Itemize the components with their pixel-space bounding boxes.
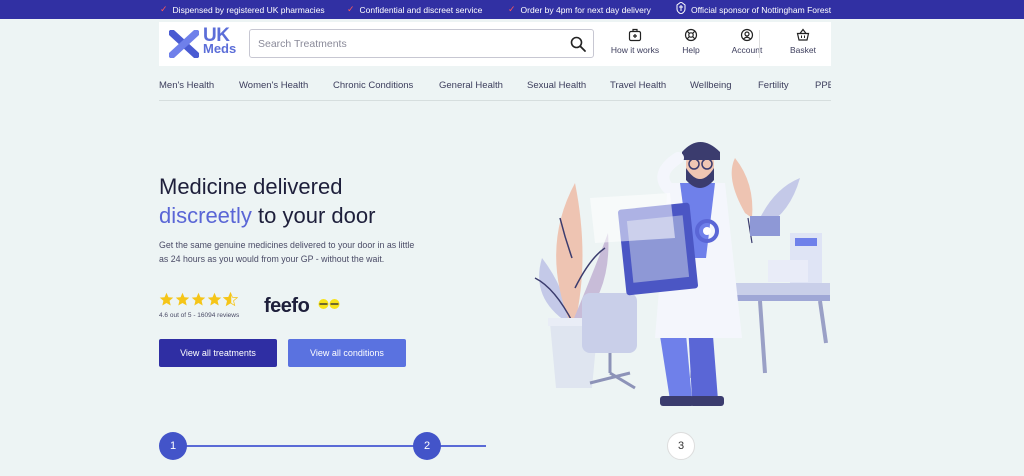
usp-text: Order by 4pm for next day delivery: [520, 4, 651, 15]
check-icon: ✓: [508, 4, 516, 14]
usp-item: ✓ Order by 4pm for next day delivery: [508, 0, 651, 19]
nav-label: How it works: [610, 45, 660, 55]
hero-title-line1: Medicine delivered: [159, 174, 343, 199]
category-fertility[interactable]: Fertility: [758, 80, 789, 91]
step-1[interactable]: 1: [159, 432, 187, 460]
steps-progress: 1 2 3: [0, 425, 1024, 476]
hero-title-accent: discreetly: [159, 203, 252, 228]
star-icon: [175, 292, 190, 306]
step-connector: [440, 445, 486, 447]
star-half-icon: [223, 292, 238, 307]
nav-divider: [759, 30, 760, 58]
logo-meds: Meds: [203, 41, 237, 56]
hero-illustration: [534, 142, 830, 406]
hero-subtitle: Get the same genuine medicines delivered…: [159, 240, 415, 264]
nav-help[interactable]: Help: [661, 28, 721, 62]
category-sexual-health[interactable]: Sexual Health: [527, 80, 586, 91]
usp-item: ✓ Confidential and discreet service: [347, 0, 482, 19]
step-connector: [186, 445, 416, 447]
top-bar: ✓ Dispensed by registered UK pharmacies …: [0, 0, 1024, 19]
hero-title-rest: to your door: [251, 203, 376, 228]
rating-summary: 4.6 out of 5 - 16094 reviews: [159, 312, 240, 319]
usp-item[interactable]: Official sponsor of Nottingham Forest: [676, 0, 831, 19]
nav-account[interactable]: Account: [717, 28, 777, 62]
category-mens-health[interactable]: Men's Health: [159, 80, 214, 91]
hero-title: Medicine delivered discreetly to your do…: [159, 172, 375, 230]
category-travel-health[interactable]: Travel Health: [610, 80, 666, 91]
feefo-wordmark: feefo: [264, 295, 310, 317]
step-3[interactable]: 3: [667, 432, 695, 460]
step-2[interactable]: 2: [413, 432, 441, 460]
check-icon: ✓: [160, 4, 168, 14]
category-chronic-conditions[interactable]: Chronic Conditions: [333, 80, 413, 91]
view-all-treatments-button[interactable]: View all treatments: [159, 339, 277, 367]
site-header: UK Meds How it works Help Account Basket: [159, 22, 831, 66]
feefo-eyes-icon: [318, 299, 340, 309]
usp-text: Confidential and discreet service: [359, 4, 483, 15]
nav-how-it-works[interactable]: How it works: [605, 28, 665, 62]
logo-text: UK Meds: [203, 26, 237, 56]
lifebuoy-icon: [684, 28, 698, 42]
site-logo[interactable]: UK Meds: [169, 26, 239, 60]
view-all-conditions-button[interactable]: View all conditions: [288, 339, 406, 367]
feefo-logo[interactable]: feefo: [264, 295, 344, 321]
nav-label: Basket: [790, 45, 816, 55]
search-input[interactable]: [258, 35, 558, 53]
star-icon: [191, 292, 206, 306]
usp-item: ✓ Dispensed by registered UK pharmacies: [160, 0, 325, 19]
check-icon: ✓: [347, 4, 355, 14]
star-icon: [207, 292, 222, 306]
usp-text: Official sponsor of Nottingham Forest: [691, 4, 832, 15]
basket-icon: [796, 28, 810, 41]
nav-label: Account: [731, 45, 763, 55]
forest-crest-icon: [676, 1, 686, 17]
category-divider: [159, 100, 831, 101]
category-wellbeing[interactable]: Wellbeing: [690, 80, 732, 91]
usp-text: Dispensed by registered UK pharmacies: [172, 4, 325, 15]
search-icon[interactable]: [569, 35, 587, 53]
category-general-health[interactable]: General Health: [439, 80, 503, 91]
user-icon: [740, 28, 754, 42]
category-ppe[interactable]: PPE: [815, 80, 831, 91]
category-womens-health[interactable]: Women's Health: [239, 80, 308, 91]
search-box: [249, 29, 594, 58]
logo-cross-icon: [169, 30, 199, 58]
nav-basket[interactable]: Basket: [773, 28, 833, 62]
star-icon: [159, 292, 174, 306]
medkit-icon: [628, 28, 642, 42]
nav-label: Help: [682, 45, 700, 55]
category-nav: Men's Health Women's Health Chronic Cond…: [159, 77, 831, 95]
star-rating: [159, 292, 238, 308]
